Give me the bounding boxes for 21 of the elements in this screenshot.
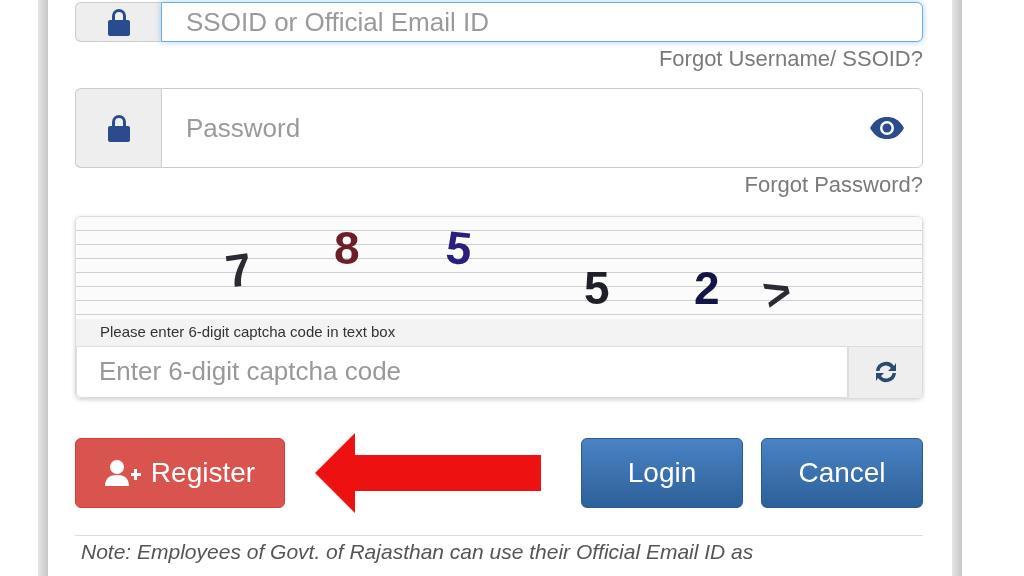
input-field[interactable]: Password xyxy=(161,88,923,168)
register-button[interactable]: Register xyxy=(75,437,285,508)
lock-icon xyxy=(105,113,132,143)
captcha-character: > xyxy=(758,266,797,318)
captcha-character: 2 xyxy=(694,265,720,311)
note-text: Note: Employees of Govt. of Rajasthan can use their Official Email ID as xyxy=(80,539,755,564)
refresh-button[interactable] xyxy=(848,345,922,398)
action-button[interactable]: Cancel xyxy=(761,437,923,508)
captcha-hint: Please enter 6-digit captcha code in text box xyxy=(76,319,922,346)
forgot-username-link[interactable]: Forgot Username/ SSOID? xyxy=(75,46,923,72)
lock-icon xyxy=(105,7,132,37)
captcha-character: 5 xyxy=(443,223,474,273)
eye-icon[interactable] xyxy=(869,116,905,140)
captcha-field[interactable]: Enter 6-digit captcha code xyxy=(76,345,848,398)
captcha-character: 5 xyxy=(584,265,610,311)
captcha-character: 7 xyxy=(222,245,255,295)
add-user-icon xyxy=(104,458,141,487)
captcha-character: 8 xyxy=(334,225,360,271)
input-field[interactable]: SSOID or Official Email ID xyxy=(161,2,923,42)
forgot-password-link[interactable]: Forgot Password? xyxy=(75,172,923,198)
action-button[interactable]: Login xyxy=(581,437,743,508)
